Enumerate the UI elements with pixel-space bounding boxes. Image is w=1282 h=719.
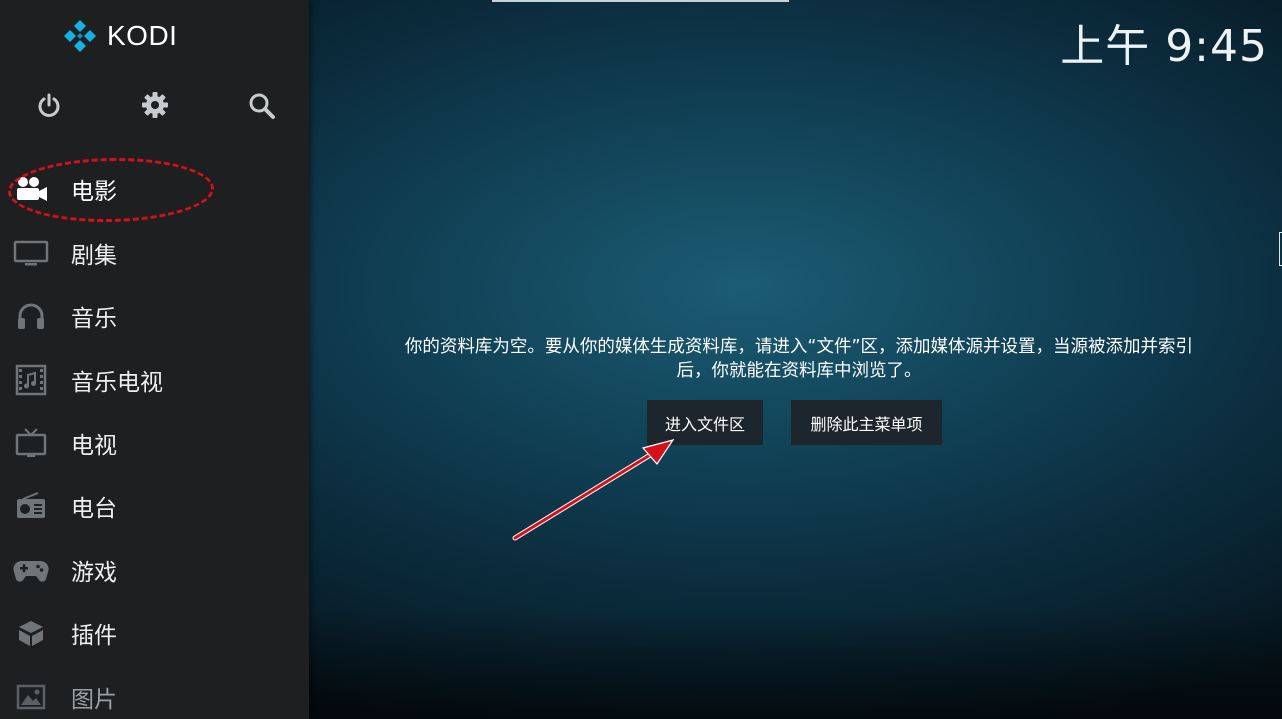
menu-label-tv: 电视 xyxy=(71,433,117,459)
picture-icon xyxy=(12,678,50,716)
menu-label-music-videos: 音乐电视 xyxy=(71,370,163,396)
menu-label-pictures: 图片 xyxy=(71,687,117,713)
menu-item-addons[interactable]: 插件 xyxy=(0,605,309,661)
enter-files-button[interactable]: 进入文件区 xyxy=(647,400,763,445)
menu-item-tv[interactable]: 电视 xyxy=(0,415,309,471)
gear-icon xyxy=(142,92,168,118)
radio-icon xyxy=(12,487,50,525)
search-button[interactable] xyxy=(245,89,279,123)
menu-item-games[interactable]: 游戏 xyxy=(0,542,309,598)
menu-label-tv-shows: 剧集 xyxy=(71,243,117,269)
menu-item-pictures[interactable]: 图片 xyxy=(0,669,309,719)
menu-item-music-videos[interactable]: 音乐电视 xyxy=(0,352,309,408)
menu-item-music[interactable]: 音乐 xyxy=(0,288,309,344)
power-icon xyxy=(38,93,60,117)
music-video-icon xyxy=(12,361,50,399)
app-name: KODI xyxy=(107,20,178,51)
search-icon xyxy=(249,93,275,119)
annotation-arrow xyxy=(512,439,675,541)
monitor-icon xyxy=(12,234,50,272)
empty-library-message: 你的资料库为空。要从你的媒体生成资料库，请进入“文件”区，添加媒体源并设置，当源… xyxy=(330,335,1268,383)
message-line-2: 后，你就能在资料库中浏览了。 xyxy=(676,361,922,381)
menu-label-addons: 插件 xyxy=(71,623,117,649)
menu-item-tv-shows[interactable]: 剧集 xyxy=(0,225,309,281)
menu-item-radio[interactable]: 电台 xyxy=(0,478,309,534)
clock: 上午 9:45 xyxy=(1060,21,1268,72)
movie-camera-icon xyxy=(12,170,50,208)
gamepad-icon xyxy=(12,551,50,589)
remove-menu-item-button[interactable]: 删除此主菜单项 xyxy=(791,400,942,445)
settings-button[interactable] xyxy=(138,88,172,122)
menu-item-movies[interactable]: 电影 xyxy=(0,161,309,217)
power-button[interactable] xyxy=(32,89,66,123)
kodi-home-screen: KODI 电影 剧集 音乐 音乐电视 电视 电台 游戏 插件 图片 上午 9:4… xyxy=(0,0,1282,719)
menu-label-movies: 电影 xyxy=(71,179,117,205)
sidebar: KODI 电影 剧集 音乐 音乐电视 电视 电台 游戏 插件 图片 xyxy=(0,0,309,719)
tv-icon xyxy=(12,424,50,462)
menu-label-games: 游戏 xyxy=(71,560,117,586)
menu-label-radio: 电台 xyxy=(71,496,117,522)
kodi-logo: KODI xyxy=(62,18,177,54)
message-line-1: 你的资料库为空。要从你的媒体生成资料库，请进入“文件”区，添加媒体源并设置，当源… xyxy=(404,337,1194,357)
headphones-icon xyxy=(12,297,50,335)
top-window-strip xyxy=(492,0,789,2)
sidebar-top-actions xyxy=(0,86,309,126)
addons-box-icon xyxy=(12,614,50,652)
kodi-logo-icon xyxy=(64,20,96,52)
menu-label-music: 音乐 xyxy=(71,306,117,332)
